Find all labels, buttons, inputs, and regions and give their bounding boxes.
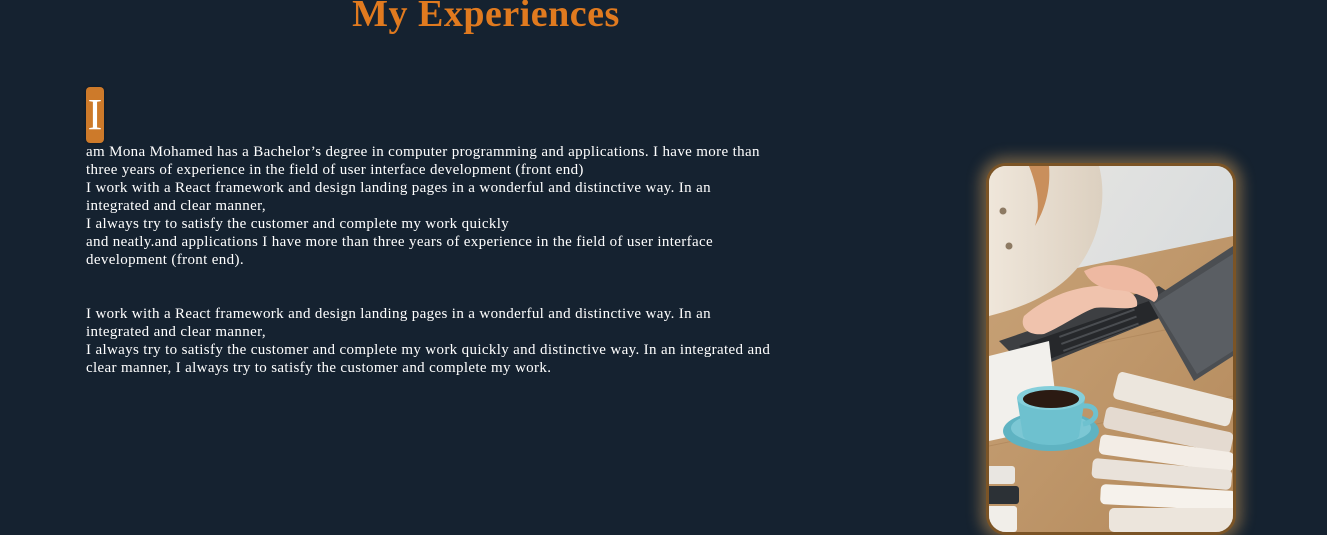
intro-line: am Mona Mohamed has a Bachelor’s degree … [86, 144, 760, 160]
experience-text: I am Mona Mohamed has a Bachelor’s degre… [86, 87, 896, 377]
intro-line: I always try to satisfy the customer and… [86, 216, 510, 232]
second-line: integrated and clear manner, [86, 324, 266, 340]
intro-line: I work with a React framework and design… [86, 180, 711, 196]
dropcap-letter: I [86, 87, 104, 143]
intro-line: integrated and clear manner, [86, 198, 266, 214]
second-line: I work with a React framework and design… [86, 306, 711, 322]
intro-line: three years of experience in the field o… [86, 162, 584, 178]
second-line: clear manner, I always try to satisfy th… [86, 360, 552, 376]
second-paragraph: I work with a React framework and design… [86, 305, 896, 377]
intro-line: and neatly.and applications I have more … [86, 234, 714, 250]
profile-photo [986, 163, 1236, 535]
second-line: I always try to satisfy the customer and… [86, 342, 771, 358]
intro-line: development (front end). [86, 252, 244, 268]
intro-paragraph: am Mona Mohamed has a Bachelor’s degree … [86, 143, 896, 269]
laptop-workspace-image [989, 166, 1233, 532]
section-title: My Experiences [352, 0, 620, 35]
